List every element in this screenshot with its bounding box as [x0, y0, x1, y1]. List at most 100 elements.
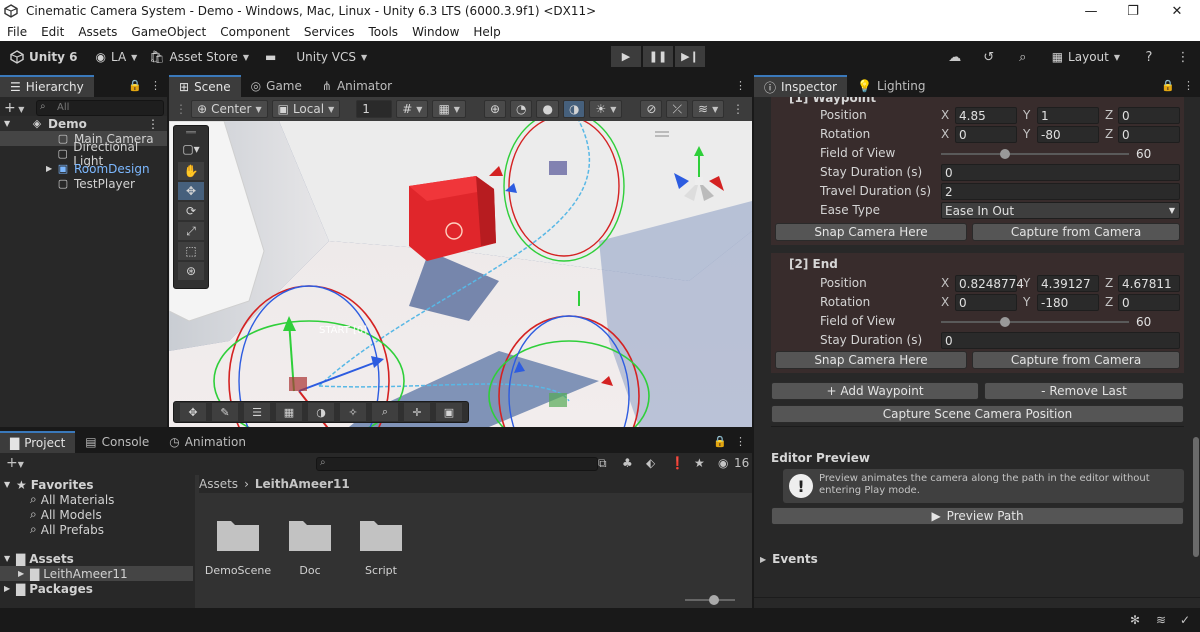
scene-viewport[interactable]: START [0] ══ ▢▾ ✋ ✥ ⟳ ⤢ ⬚ ⊛ ✥ ✎ ☰ ▦ ◑ ✧ … — [169, 121, 752, 427]
center-button[interactable]: ✛ — [404, 403, 430, 421]
folder-label-script[interactable]: Script — [341, 564, 421, 577]
lighting-toggle-button[interactable]: ☀ ▼ — [589, 100, 623, 118]
rect-tool-button[interactable]: ⬚ — [178, 242, 204, 260]
icon-size-slider[interactable] — [685, 595, 735, 605]
position-y-input[interactable]: 1 — [1037, 107, 1099, 124]
remove-last-button[interactable]: - Remove Last — [984, 382, 1184, 400]
folder-icon-script[interactable] — [358, 515, 404, 553]
play-button[interactable]: ▶ — [611, 46, 641, 67]
fov-slider[interactable] — [941, 321, 1129, 323]
grid-snap-button[interactable]: # ▼ — [396, 100, 429, 118]
preview-path-button[interactable]: ▶ Preview Path — [771, 507, 1184, 525]
tab-inspector[interactable]: ⓘ Inspector — [754, 75, 847, 97]
tab-project[interactable]: ▇ Project — [0, 431, 76, 453]
menu-file[interactable]: File — [0, 25, 34, 39]
cloud-button[interactable]: ☁ — [944, 46, 966, 68]
warning-filter-icon[interactable]: ❗ — [670, 456, 685, 470]
transform-tool-button[interactable]: ⊛ — [178, 262, 204, 280]
capture-scene-camera-button[interactable]: Capture Scene Camera Position — [771, 405, 1184, 423]
favorite-all-prefabs[interactable]: ⌕ All Prefabs — [30, 522, 104, 537]
debug-bug-icon[interactable]: ✻ — [1130, 613, 1140, 627]
search-by-type-icon[interactable]: ⧉ — [598, 456, 607, 471]
star-favorite-icon[interactable]: ★ — [694, 456, 705, 470]
fov-slider-thumb[interactable] — [999, 317, 1010, 327]
menu-services[interactable]: Services — [297, 25, 362, 39]
fov-slider-thumb[interactable] — [999, 149, 1010, 159]
tab-lighting[interactable]: 💡 Lighting — [847, 75, 935, 97]
lock-icon[interactable]: 🔒 — [1161, 79, 1175, 92]
orientation-button[interactable]: ⊕ — [483, 100, 506, 118]
maximize-button[interactable]: ❐ — [1110, 0, 1156, 22]
more-vertical-icon[interactable]: ⋮ — [150, 79, 161, 92]
layout-dropdown[interactable]: ▦ Layout ▼ — [1046, 46, 1126, 68]
stay-duration-input[interactable]: 0 — [941, 332, 1180, 349]
tab-game[interactable]: ◎ Game — [241, 75, 312, 97]
audio-toggle-button[interactable]: ⊘ — [640, 100, 663, 118]
settings-sliders-button[interactable]: ☰ — [244, 403, 270, 421]
menu-window[interactable]: Window — [405, 25, 466, 39]
hierarchy-item-testplayer[interactable]: ▢ TestPlayer — [0, 176, 167, 191]
search-scene-button[interactable]: ⌕ — [372, 403, 398, 421]
rotation-z-input[interactable]: 0 — [1118, 126, 1180, 143]
favorites-row[interactable]: ▼ ★ Favorites — [4, 477, 93, 492]
rotation-x-input[interactable]: 0 — [955, 294, 1017, 311]
shading-lit-button[interactable]: ◑ — [562, 100, 586, 118]
assets-row[interactable]: ▼ ▇ Assets — [4, 551, 74, 566]
move-snap-button[interactable]: ✥ — [180, 403, 206, 421]
layers-dropdown[interactable]: ≋ ▼ — [692, 100, 725, 118]
add-asset-button[interactable]: +▼ — [6, 455, 24, 471]
help-button[interactable]: ? — [1138, 46, 1160, 68]
label-tag-icon[interactable]: ⬖ — [646, 456, 655, 470]
add-waypoint-button[interactable]: + Add Waypoint — [771, 382, 979, 400]
pause-button[interactable]: ❚❚ — [643, 46, 673, 67]
folder-label-doc[interactable]: Doc — [270, 564, 350, 577]
position-x-input[interactable]: 0.8248774 — [955, 275, 1024, 292]
grid-visibility-button[interactable]: ▦ ▼ — [432, 100, 466, 118]
effects-toggle-button[interactable]: ⤫ — [666, 100, 689, 118]
breadcrumb-current[interactable]: LeithAmeer11 — [255, 477, 350, 491]
stay-duration-input[interactable]: 0 — [941, 164, 1180, 181]
tab-console[interactable]: ▤ Console — [75, 431, 159, 453]
lock-icon[interactable]: 🔒 — [713, 435, 727, 448]
rotation-y-input[interactable]: -80 — [1037, 126, 1099, 143]
filter-type-icon[interactable]: ♣ — [622, 456, 633, 470]
breadcrumb-assets[interactable]: Assets — [199, 477, 238, 491]
menu-assets[interactable]: Assets — [71, 25, 124, 39]
unity-version-button[interactable]: Unity 6 — [4, 46, 84, 68]
fov-slider[interactable] — [941, 153, 1129, 155]
minimize-button[interactable]: — — [1068, 0, 1114, 22]
unity-vcs-dropdown[interactable]: Unity VCS ▼ — [290, 46, 373, 68]
overlay-menu-icon[interactable] — [655, 131, 669, 133]
menu-help[interactable]: Help — [466, 25, 507, 39]
hierarchy-search-input[interactable]: ⌕ All — [36, 100, 164, 116]
favorite-all-materials[interactable]: ⌕ All Materials — [30, 492, 114, 507]
account-button[interactable]: ◉ LA ▼ — [90, 46, 144, 68]
layers-stack-icon[interactable]: ≋ — [1156, 613, 1166, 627]
more-vertical-icon[interactable]: ⋮ — [1183, 79, 1194, 92]
folder-icon-demoscene[interactable] — [215, 515, 261, 553]
tools-button[interactable]: ✎ — [212, 403, 238, 421]
tab-animation[interactable]: ◷ Animation — [159, 431, 256, 453]
overflow-menu-button[interactable]: ⋮ — [1172, 46, 1194, 68]
position-z-input[interactable]: 0 — [1118, 107, 1180, 124]
favorite-all-models[interactable]: ⌕ All Models — [30, 507, 102, 522]
more-vertical-icon[interactable]: ⋮ — [735, 79, 746, 92]
hand-tool-button[interactable]: ✋ — [178, 162, 204, 180]
more-vertical-icon[interactable]: ⋮ — [732, 102, 744, 116]
tab-hierarchy[interactable]: ☰ Hierarchy — [0, 75, 94, 97]
inspector-scrollbar[interactable] — [1193, 437, 1199, 557]
gizmos-button[interactable]: ✧ — [340, 403, 366, 421]
search-button[interactable]: ⌕ — [1012, 46, 1034, 68]
slider-thumb[interactable] — [709, 595, 719, 605]
folder-label-demoscene[interactable]: DemoScene — [198, 564, 278, 577]
snap-camera-here-button[interactable]: Snap Camera Here — [775, 351, 967, 369]
more-vertical-icon[interactable]: ⋮ — [147, 117, 159, 131]
position-z-input[interactable]: 4.67811 — [1118, 275, 1180, 292]
capture-from-camera-button[interactable]: Capture from Camera — [972, 351, 1180, 369]
scale-tool-button[interactable]: ⤢ — [178, 222, 204, 240]
capture-from-camera-button[interactable]: Capture from Camera — [972, 223, 1180, 241]
project-search-input[interactable]: ⌕ — [316, 457, 598, 471]
folder-icon-doc[interactable] — [287, 515, 333, 553]
rotate-tool-button[interactable]: ⟳ — [178, 202, 204, 220]
menu-edit[interactable]: Edit — [34, 25, 71, 39]
